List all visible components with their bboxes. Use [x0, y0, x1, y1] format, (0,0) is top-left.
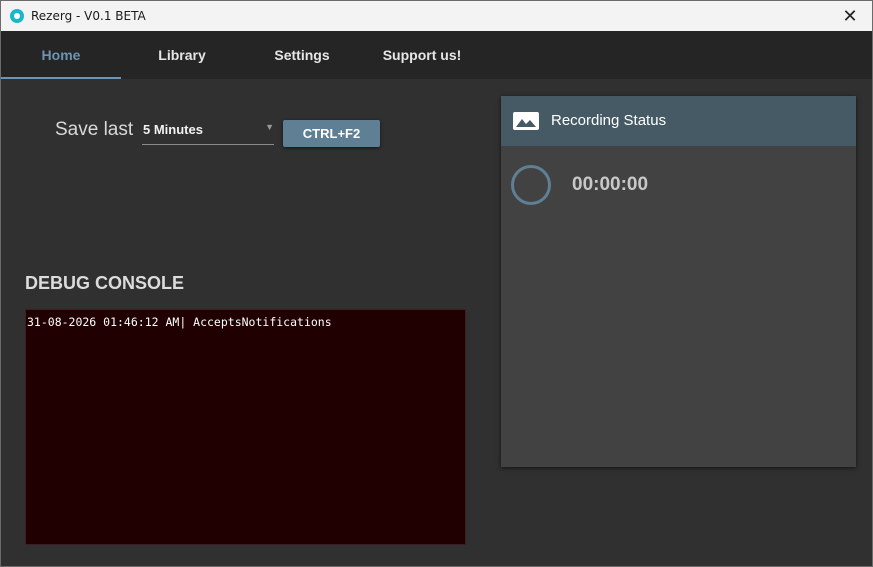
tab-library[interactable]: Library: [122, 31, 242, 79]
tab-settings[interactable]: Settings: [242, 31, 362, 79]
tab-home[interactable]: Home: [1, 31, 121, 79]
app-icon: [10, 9, 24, 23]
title-bar: Rezerg - V0.1 BETA ✕: [1, 1, 872, 31]
recording-status-header: Recording Status: [501, 96, 856, 146]
save-hotkey-button[interactable]: CTRL+F2: [283, 120, 380, 147]
close-button[interactable]: ✕: [828, 1, 872, 31]
debug-console-title: DEBUG CONSOLE: [25, 273, 185, 293]
window-title: Rezerg - V0.1 BETA: [31, 9, 146, 23]
dropdown-arrow-icon: ▼: [265, 122, 274, 132]
image-icon: [513, 112, 539, 130]
recording-timer: 00:00:00: [572, 174, 649, 195]
save-last-label: Save last: [55, 119, 134, 140]
active-tab-indicator: [1, 77, 121, 79]
close-icon: ✕: [842, 5, 858, 26]
tab-support-us[interactable]: Support us!: [362, 31, 482, 79]
debug-console[interactable]: 31-08-2026 01:46:12 AM| AcceptsNotificat…: [25, 309, 466, 545]
duration-select[interactable]: 5 Minutes ▼: [142, 117, 274, 145]
console-log-line: 31-08-2026 01:46:12 AM| AcceptsNotificat…: [27, 315, 332, 329]
recording-status-card: Recording Status 00:00:00: [501, 96, 856, 467]
app-window: Rezerg - V0.1 BETA ✕ Home Library Settin…: [0, 0, 873, 567]
recording-indicator-ring: [511, 165, 551, 205]
duration-selected-value: 5 Minutes: [143, 122, 203, 137]
recording-status-title: Recording Status: [551, 112, 667, 129]
tab-bar: Home Library Settings Support us!: [1, 31, 872, 79]
